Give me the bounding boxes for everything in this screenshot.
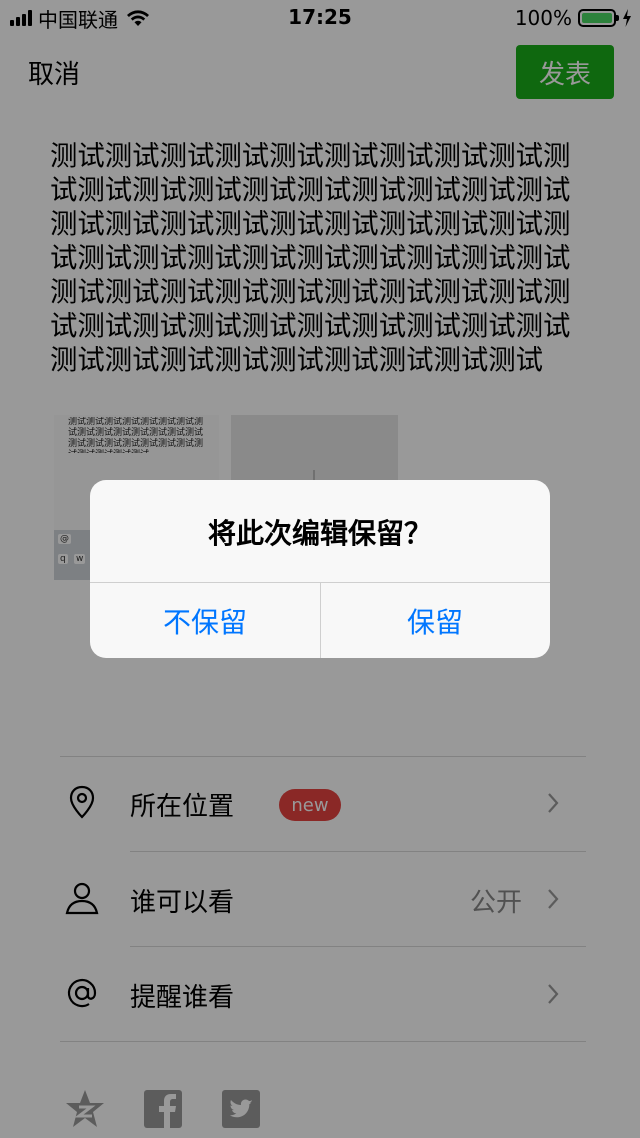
dialog-title: 将此次编辑保留？ (207, 517, 432, 550)
discard-button[interactable]: 不保留 (90, 583, 320, 658)
keep-button[interactable]: 保留 (320, 583, 550, 658)
save-draft-dialog: 将此次编辑保留？ 不保留 保留 (90, 480, 550, 658)
